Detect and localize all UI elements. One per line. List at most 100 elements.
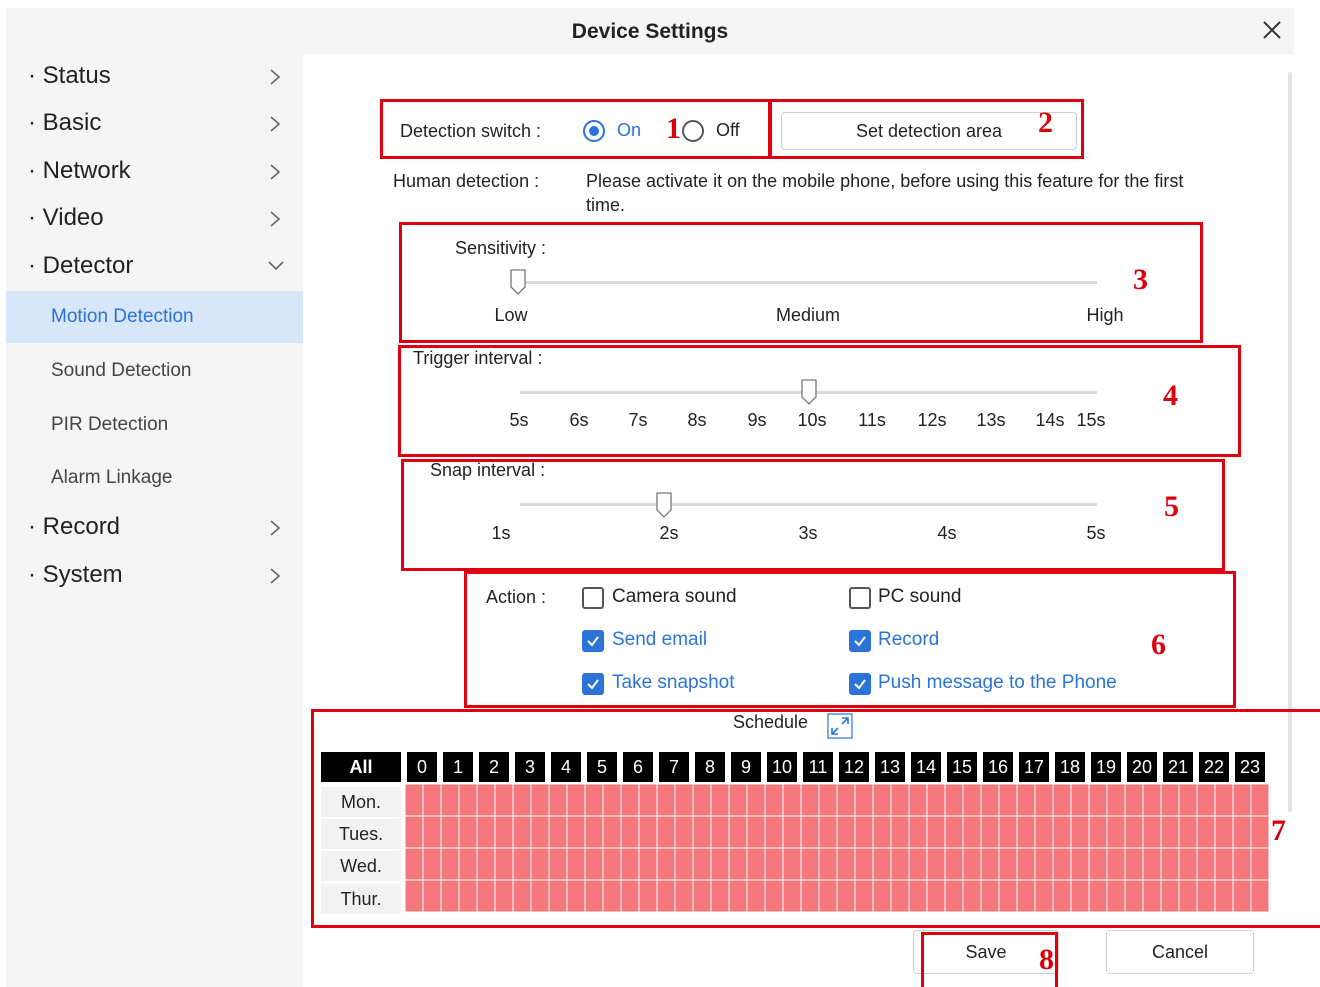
schedule-cell[interactable] [1178, 784, 1198, 817]
schedule-cell[interactable] [926, 784, 946, 817]
sidebar-item-system[interactable]: · System [6, 553, 303, 599]
schedule-cell[interactable] [1232, 815, 1252, 849]
schedule-cell[interactable] [908, 847, 928, 881]
schedule-cell[interactable] [1124, 879, 1144, 912]
schedule-cell[interactable] [836, 847, 856, 881]
pc-sound-checkbox[interactable] [849, 587, 871, 609]
schedule-day-thur[interactable]: Thur. [321, 884, 401, 914]
schedule-cell[interactable] [512, 815, 532, 849]
schedule-cell[interactable] [836, 784, 856, 817]
schedule-cell[interactable] [440, 784, 460, 817]
schedule-cell[interactable] [728, 815, 748, 849]
schedule-cell[interactable] [746, 847, 766, 881]
schedule-cell[interactable] [746, 815, 766, 849]
schedule-hour-9[interactable]: 9 [731, 752, 761, 782]
schedule-cell[interactable] [1034, 784, 1054, 817]
schedule-cell[interactable] [405, 784, 424, 817]
schedule-cell[interactable] [638, 847, 658, 881]
schedule-cell[interactable] [890, 879, 910, 912]
schedule-all-button[interactable]: All [321, 752, 401, 782]
schedule-cell[interactable] [926, 815, 946, 849]
schedule-cell[interactable] [1088, 879, 1108, 912]
schedule-cell[interactable] [602, 784, 622, 817]
schedule-cell[interactable] [405, 847, 424, 881]
send-email-checkbox[interactable] [582, 630, 604, 652]
cancel-button[interactable]: Cancel [1106, 930, 1254, 974]
schedule-cell[interactable] [1250, 784, 1269, 817]
schedule-cell[interactable] [962, 847, 982, 881]
schedule-cell[interactable] [782, 879, 802, 912]
schedule-cell[interactable] [692, 879, 712, 912]
schedule-cell[interactable] [1016, 879, 1036, 912]
schedule-hour-0[interactable]: 0 [407, 752, 437, 782]
schedule-cell[interactable] [566, 784, 586, 817]
schedule-cell[interactable] [1016, 815, 1036, 849]
schedule-cell[interactable] [1016, 784, 1036, 817]
trigger-slider-thumb[interactable] [801, 379, 817, 405]
schedule-cell[interactable] [1052, 879, 1072, 912]
schedule-cell[interactable] [872, 815, 892, 849]
schedule-cell[interactable] [782, 784, 802, 817]
schedule-cell[interactable] [656, 847, 676, 881]
schedule-cell[interactable] [746, 784, 766, 817]
schedule-cell[interactable] [980, 847, 1000, 881]
schedule-cell[interactable] [674, 784, 694, 817]
schedule-cell[interactable] [944, 879, 964, 912]
push-message-checkbox[interactable] [849, 673, 871, 695]
schedule-cell[interactable] [980, 879, 1000, 912]
schedule-cell[interactable] [440, 879, 460, 912]
schedule-cell[interactable] [1232, 847, 1252, 881]
sidebar-item-network[interactable]: · Network [6, 149, 303, 195]
schedule-hour-7[interactable]: 7 [659, 752, 689, 782]
schedule-cell[interactable] [890, 847, 910, 881]
sidebar-subitem-motion-detection[interactable]: Motion Detection [6, 291, 303, 343]
schedule-cell[interactable] [638, 815, 658, 849]
schedule-cell[interactable] [530, 815, 550, 849]
schedule-cell[interactable] [926, 847, 946, 881]
schedule-cell[interactable] [422, 847, 442, 881]
schedule-cell[interactable] [1088, 847, 1108, 881]
close-icon[interactable] [1256, 14, 1288, 46]
schedule-cell[interactable] [620, 879, 640, 912]
sidebar-item-basic[interactable]: · Basic [6, 101, 303, 147]
schedule-cell[interactable] [494, 815, 514, 849]
schedule-cell[interactable] [512, 847, 532, 881]
schedule-hour-1[interactable]: 1 [443, 752, 473, 782]
schedule-cell[interactable] [944, 847, 964, 881]
schedule-cell[interactable] [422, 784, 442, 817]
schedule-cell[interactable] [656, 784, 676, 817]
schedule-cell[interactable] [512, 784, 532, 817]
schedule-cell[interactable] [620, 784, 640, 817]
schedule-cell[interactable] [854, 815, 874, 849]
schedule-cell[interactable] [674, 847, 694, 881]
schedule-cell[interactable] [1052, 784, 1072, 817]
schedule-cell[interactable] [980, 784, 1000, 817]
schedule-cell[interactable] [602, 815, 622, 849]
schedule-cell[interactable] [1232, 879, 1252, 912]
schedule-cell[interactable] [440, 815, 460, 849]
schedule-hour-3[interactable]: 3 [515, 752, 545, 782]
schedule-cell[interactable] [1214, 815, 1234, 849]
schedule-cell[interactable] [764, 815, 784, 849]
schedule-cell[interactable] [854, 847, 874, 881]
schedule-cell[interactable] [530, 784, 550, 817]
schedule-hour-6[interactable]: 6 [623, 752, 653, 782]
schedule-cell[interactable] [1070, 784, 1090, 817]
schedule-hour-21[interactable]: 21 [1163, 752, 1193, 782]
schedule-cell[interactable] [1052, 815, 1072, 849]
schedule-cell[interactable] [1106, 784, 1126, 817]
schedule-cell[interactable] [638, 879, 658, 912]
schedule-hour-10[interactable]: 10 [767, 752, 797, 782]
schedule-cell[interactable] [584, 784, 604, 817]
schedule-hour-16[interactable]: 16 [983, 752, 1013, 782]
schedule-cell[interactable] [584, 847, 604, 881]
schedule-cell[interactable] [566, 847, 586, 881]
schedule-cell[interactable] [1160, 784, 1180, 817]
schedule-cell[interactable] [584, 879, 604, 912]
schedule-cell[interactable] [458, 847, 478, 881]
sensitivity-slider-thumb[interactable] [510, 269, 526, 295]
schedule-cell[interactable] [1034, 815, 1054, 849]
snap-slider-thumb[interactable] [656, 492, 672, 518]
schedule-cell[interactable] [458, 815, 478, 849]
schedule-cell[interactable] [1178, 847, 1198, 881]
